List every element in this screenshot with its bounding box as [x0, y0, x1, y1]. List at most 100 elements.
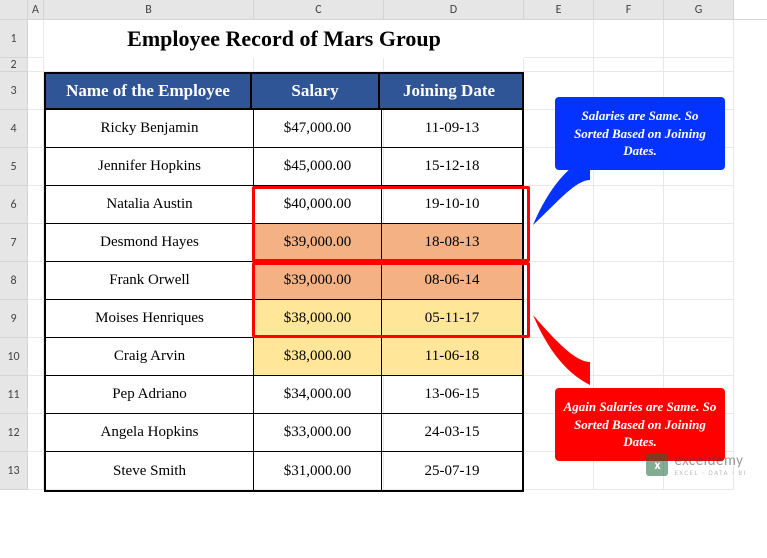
cell-F10[interactable] [594, 338, 664, 376]
cell-salary[interactable]: $31,000.00 [254, 452, 382, 490]
cell-F8[interactable] [594, 262, 664, 300]
title-cell[interactable]: Employee Record of Mars Group [44, 20, 524, 58]
cell-E6[interactable] [524, 186, 594, 224]
cell-name[interactable]: Frank Orwell [46, 262, 254, 300]
row-header-7[interactable]: 7 [0, 224, 28, 262]
col-header-D[interactable]: D [384, 0, 524, 19]
cell-E10[interactable] [524, 338, 594, 376]
callout-blue: Salaries are Same. So Sorted Based on Jo… [555, 97, 725, 170]
cell-G8[interactable] [664, 262, 734, 300]
cell-A3[interactable] [28, 72, 44, 110]
row-header-8[interactable]: 8 [0, 262, 28, 300]
table-row: Pep Adriano$34,000.0013-06-15 [46, 376, 522, 414]
cell-salary[interactable]: $38,000.00 [254, 300, 382, 338]
cell-A2[interactable] [28, 58, 44, 72]
cell-G9[interactable] [664, 300, 734, 338]
cell-date[interactable]: 24-03-15 [382, 414, 522, 452]
cell-G7[interactable] [664, 224, 734, 262]
cell-name[interactable]: Craig Arvin [46, 338, 254, 376]
cell-salary[interactable]: $38,000.00 [254, 338, 382, 376]
cell-G6[interactable] [664, 186, 734, 224]
col-header-E[interactable]: E [524, 0, 594, 19]
cell-A13[interactable] [28, 452, 44, 490]
cell-date[interactable]: 13-06-15 [382, 376, 522, 414]
cell-A6[interactable] [28, 186, 44, 224]
cell-date[interactable]: 11-06-18 [382, 338, 522, 376]
col-header-C[interactable]: C [254, 0, 384, 19]
cell-A7[interactable] [28, 224, 44, 262]
callout-red: Again Salaries are Same. So Sorted Based… [555, 388, 725, 461]
cell-A8[interactable] [28, 262, 44, 300]
select-all-corner[interactable] [0, 0, 28, 19]
table-row: Steve Smith$31,000.0025-07-19 [46, 452, 522, 490]
cell-F6[interactable] [594, 186, 664, 224]
header-salary[interactable]: Salary [252, 74, 380, 108]
row-header-6[interactable]: 6 [0, 186, 28, 224]
cell-salary[interactable]: $40,000.00 [254, 186, 382, 224]
cell-A5[interactable] [28, 148, 44, 186]
cell-F7[interactable] [594, 224, 664, 262]
cell-E1[interactable] [524, 20, 594, 58]
col-header-A[interactable]: A [28, 0, 44, 19]
cell-A10[interactable] [28, 338, 44, 376]
cell-A9[interactable] [28, 300, 44, 338]
cell-date[interactable]: 18-08-13 [382, 224, 522, 262]
cell-E8[interactable] [524, 262, 594, 300]
cell-G10[interactable] [664, 338, 734, 376]
cell-name[interactable]: Natalia Austin [46, 186, 254, 224]
cell-E9[interactable] [524, 300, 594, 338]
cell-name[interactable]: Jennifer Hopkins [46, 148, 254, 186]
data-table: Name of the Employee Salary Joining Date… [44, 72, 524, 492]
cell-E7[interactable] [524, 224, 594, 262]
cell-salary[interactable]: $47,000.00 [254, 110, 382, 148]
header-name[interactable]: Name of the Employee [46, 74, 252, 108]
cell-A12[interactable] [28, 414, 44, 452]
cell-date[interactable]: 11-09-13 [382, 110, 522, 148]
cell-B2[interactable] [44, 58, 254, 72]
cell-name[interactable]: Pep Adriano [46, 376, 254, 414]
row-header-5[interactable]: 5 [0, 148, 28, 186]
row-header-13[interactable]: 13 [0, 452, 28, 490]
cell-name[interactable]: Desmond Hayes [46, 224, 254, 262]
row-header-4[interactable]: 4 [0, 110, 28, 148]
row-header-3[interactable]: 3 [0, 72, 28, 110]
cell-name[interactable]: Steve Smith [46, 452, 254, 490]
table-row: Craig Arvin$38,000.0011-06-18 [46, 338, 522, 376]
cell-date[interactable]: 19-10-10 [382, 186, 522, 224]
cell-A4[interactable] [28, 110, 44, 148]
col-header-F[interactable]: F [594, 0, 664, 19]
cell-G1[interactable] [664, 20, 734, 58]
cell-A11[interactable] [28, 376, 44, 414]
cell-A1[interactable] [28, 20, 44, 58]
cell-F2[interactable] [594, 58, 664, 72]
cell-name[interactable]: Moises Henriques [46, 300, 254, 338]
header-date[interactable]: Joining Date [380, 74, 518, 108]
cell-date[interactable]: 25-07-19 [382, 452, 522, 490]
cell-salary[interactable]: $39,000.00 [254, 262, 382, 300]
cell-E2[interactable] [524, 58, 594, 72]
cell-date[interactable]: 08-06-14 [382, 262, 522, 300]
cell-salary[interactable]: $39,000.00 [254, 224, 382, 262]
cell-salary[interactable]: $34,000.00 [254, 376, 382, 414]
row-header-2[interactable]: 2 [0, 58, 28, 72]
row-header-9[interactable]: 9 [0, 300, 28, 338]
cell-G2[interactable] [664, 58, 734, 72]
cell-F1[interactable] [594, 20, 664, 58]
cell-F9[interactable] [594, 300, 664, 338]
row-header-1[interactable]: 1 [0, 20, 28, 58]
cell-C2[interactable] [254, 58, 384, 72]
col-header-B[interactable]: B [44, 0, 254, 19]
table-row: Jennifer Hopkins$45,000.0015-12-18 [46, 148, 522, 186]
cell-name[interactable]: Ricky Benjamin [46, 110, 254, 148]
col-header-G[interactable]: G [664, 0, 734, 19]
cell-date[interactable]: 05-11-17 [382, 300, 522, 338]
table-row: Natalia Austin$40,000.0019-10-10 [46, 186, 522, 224]
row-header-10[interactable]: 10 [0, 338, 28, 376]
cell-D2[interactable] [384, 58, 524, 72]
cell-salary[interactable]: $33,000.00 [254, 414, 382, 452]
cell-date[interactable]: 15-12-18 [382, 148, 522, 186]
row-header-11[interactable]: 11 [0, 376, 28, 414]
cell-name[interactable]: Angela Hopkins [46, 414, 254, 452]
cell-salary[interactable]: $45,000.00 [254, 148, 382, 186]
row-header-12[interactable]: 12 [0, 414, 28, 452]
